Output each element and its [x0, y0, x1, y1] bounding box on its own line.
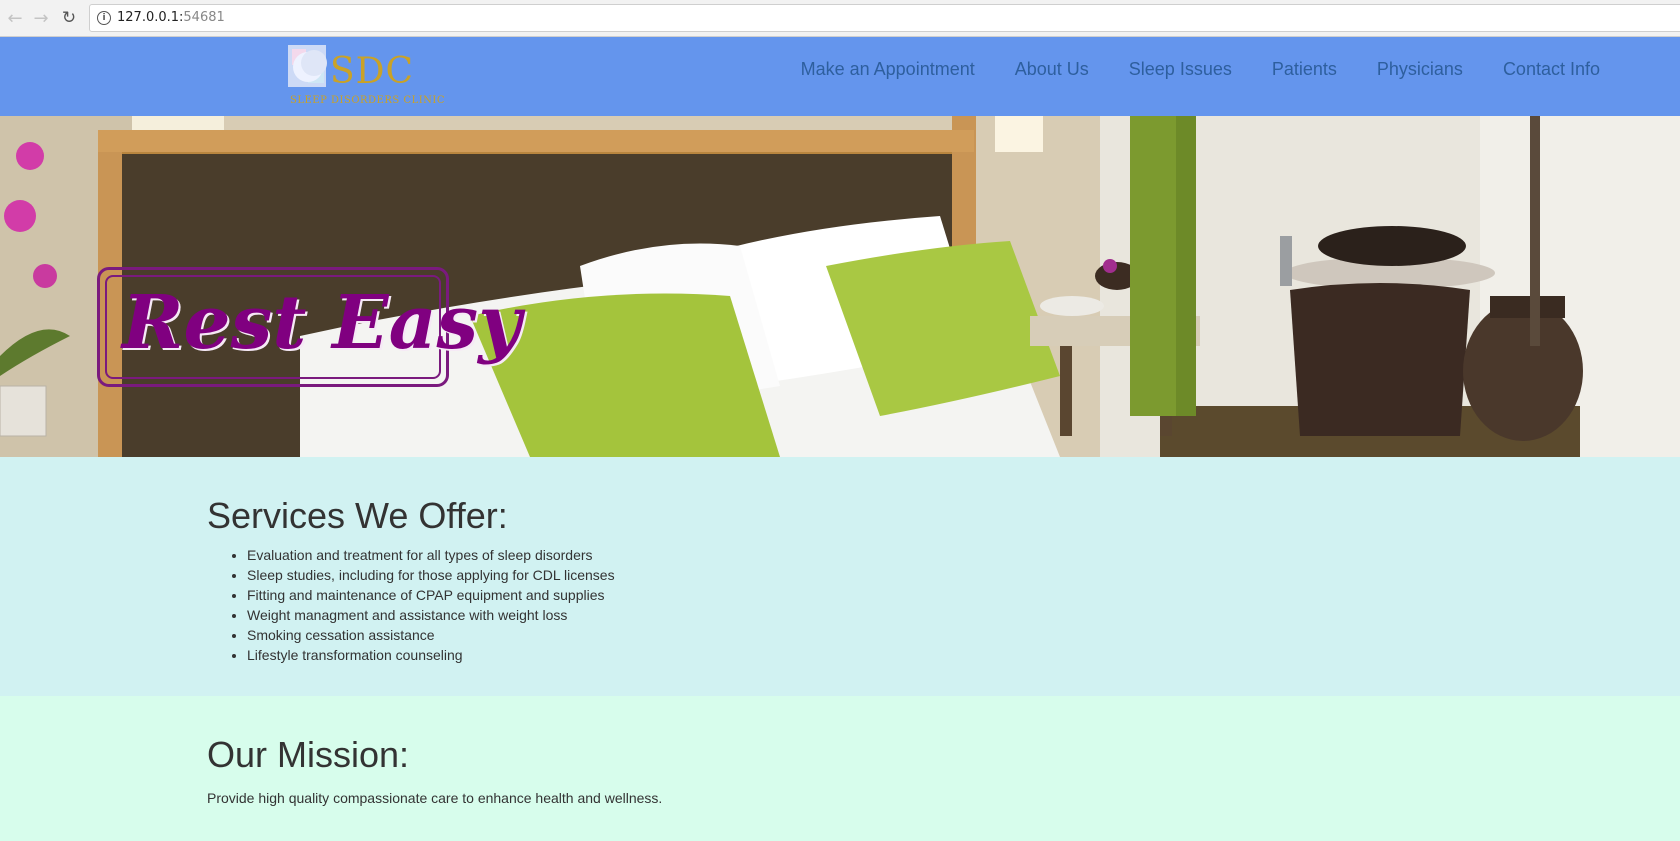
url-text: 127.0.0.1:54681	[117, 10, 225, 25]
logo-text: SDC	[330, 51, 415, 92]
services-heading: Services We Offer:	[207, 495, 508, 536]
nav-physicians[interactable]: Physicians	[1377, 59, 1463, 80]
logo-subtitle: SLEEP DISORDERS CLINIC	[290, 95, 446, 106]
list-item: Fitting and maintenance of CPAP equipmen…	[247, 585, 615, 605]
list-item: Weight managment and assistance with wei…	[247, 605, 615, 625]
nav-patients[interactable]: Patients	[1272, 59, 1337, 80]
browser-toolbar: ← → ↻ i 127.0.0.1:54681	[0, 0, 1680, 37]
site-logo[interactable]: SDC SLEEP DISORDERS CLINIC	[286, 43, 452, 111]
services-list: Evaluation and treatment for all types o…	[247, 545, 615, 665]
mission-heading: Our Mission:	[207, 734, 410, 775]
forward-arrow-icon[interactable]: →	[30, 7, 52, 29]
site-header: SDC SLEEP DISORDERS CLINIC Make an Appoi…	[0, 37, 1680, 116]
services-section: Services We Offer: Evaluation and treatm…	[0, 457, 1680, 696]
address-bar[interactable]: i 127.0.0.1:54681	[89, 4, 1680, 32]
info-icon[interactable]: i	[97, 11, 111, 25]
mission-section: Our Mission: Provide high quality compas…	[0, 696, 1680, 841]
list-item: Sleep studies, including for those apply…	[247, 565, 615, 585]
list-item: Lifestyle transformation counseling	[247, 645, 615, 665]
nav-sleep-issues[interactable]: Sleep Issues	[1129, 59, 1232, 80]
reload-icon[interactable]: ↻	[58, 7, 80, 29]
back-arrow-icon[interactable]: ←	[4, 7, 26, 29]
rest-easy-text: Rest Easy	[122, 280, 522, 366]
nav-contact-info[interactable]: Contact Info	[1503, 59, 1600, 80]
nav-make-appointment[interactable]: Make an Appointment	[801, 59, 975, 80]
nav-about-us[interactable]: About Us	[1015, 59, 1089, 80]
moon-logo-icon	[288, 45, 327, 87]
hero-banner: Rest Easy	[0, 116, 1680, 457]
main-nav: Make an Appointment About Us Sleep Issue…	[801, 59, 1600, 80]
list-item: Smoking cessation assistance	[247, 625, 615, 645]
rest-easy-badge: Rest Easy	[97, 267, 521, 387]
list-item: Evaluation and treatment for all types o…	[247, 545, 615, 565]
mission-text: Provide high quality compassionate care …	[207, 790, 663, 806]
